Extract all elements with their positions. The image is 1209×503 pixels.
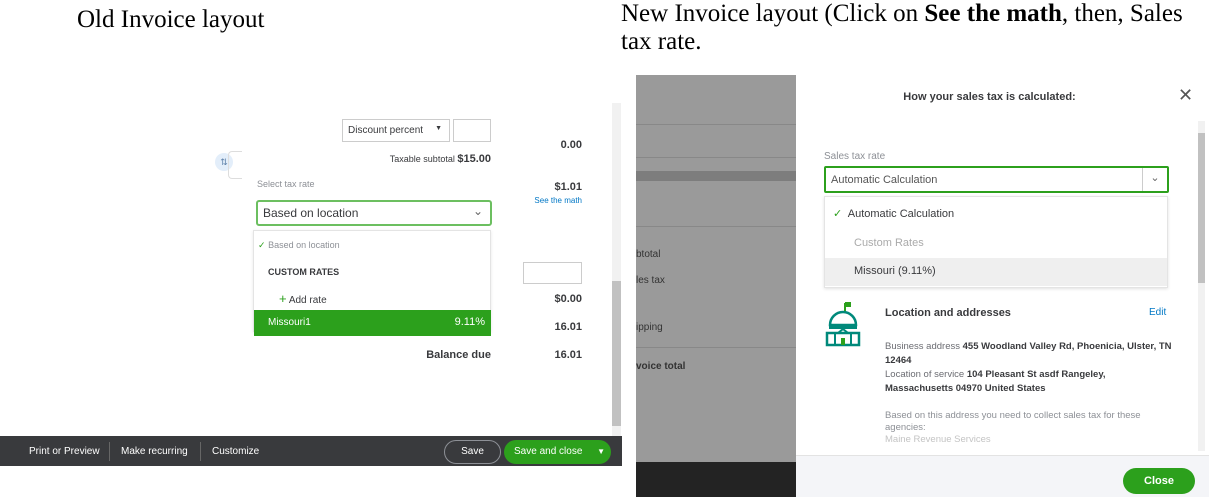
make-recurring-link[interactable]: Make recurring <box>121 446 188 457</box>
chevron-down-icon: ⌄ <box>472 204 483 218</box>
shipping-input[interactable] <box>523 262 582 284</box>
discount-select-value: Discount percent <box>348 125 424 136</box>
tax-amount: $1.01 <box>554 181 582 193</box>
add-rate-label: Add rate <box>288 295 327 306</box>
check-icon: ✓ <box>833 208 843 220</box>
bg-label: ipping <box>636 322 663 333</box>
rate-name: Missouri1 <box>268 317 311 328</box>
custom-rates-header: Custom Rates <box>854 237 924 249</box>
caret-down-icon: ▼ <box>435 125 442 132</box>
edit-link[interactable]: Edit <box>1149 307 1166 318</box>
customize-link[interactable]: Customize <box>212 446 259 457</box>
balance-due-amount: 16.01 <box>554 349 582 361</box>
sales-tax-panel: How your sales tax is calculated: ✕ Sale… <box>796 75 1209 497</box>
print-preview-link[interactable]: Print or Preview <box>29 446 100 457</box>
footer-bar: Print or Preview Make recurring Customiz… <box>0 436 622 466</box>
discount-input[interactable] <box>453 119 491 142</box>
old-invoice-screenshot: Discount percent ▼ 0.00 Taxable subtotal … <box>0 103 622 466</box>
bg-label: btotal <box>636 249 661 260</box>
chevron-down-icon: ⌄ <box>1142 168 1167 191</box>
service-location-label: Location of service <box>885 369 965 380</box>
agency-name: Maine Revenue Services <box>885 434 991 445</box>
panel-footer: Close <box>796 455 1209 497</box>
agencies-text: Based on this address you need to collec… <box>885 410 1141 433</box>
sales-tax-rate-select[interactable]: Automatic Calculation ⌄ <box>824 166 1169 193</box>
balance-due-label: Balance due <box>426 349 491 361</box>
check-icon: ✓ <box>258 240 266 250</box>
taxable-value: $15.00 <box>457 153 491 165</box>
add-rate-item[interactable]: + Add rate <box>279 291 327 306</box>
caret-down-icon[interactable]: ▼ <box>597 440 605 464</box>
option-missouri[interactable]: Missouri (9.11%) <box>825 258 1167 286</box>
tax-rate-menu: ✓ Based on location CUSTOM RATES + Add r… <box>253 230 491 336</box>
capitol-building-icon <box>825 302 861 347</box>
scrollbar[interactable] <box>1198 121 1205 451</box>
tax-rate-label: Select tax rate <box>257 179 315 189</box>
address-block: Business address 455 Woodland Valley Rd,… <box>885 340 1175 446</box>
old-layout-caption: Old Invoice layout <box>77 6 265 33</box>
caption-bold: See the math <box>924 0 1062 27</box>
business-address-label: Business address <box>885 341 960 352</box>
total-amount: 16.01 <box>554 321 582 333</box>
option-label: Automatic Calculation <box>847 208 955 220</box>
menu-item-missouri1[interactable]: Missouri1 9.11% <box>254 310 491 336</box>
option-automatic[interactable]: ✓ Automatic Calculation <box>833 207 954 220</box>
discount-amount: 0.00 <box>560 139 582 151</box>
select-value: Automatic Calculation <box>831 174 938 186</box>
custom-rates-header: CUSTOM RATES <box>268 267 340 277</box>
tax-rate-select-value: Based on location <box>263 206 359 220</box>
taxable-subtotal: Taxable subtotal $15.00 <box>340 153 491 165</box>
location-title: Location and addresses <box>885 307 1011 319</box>
tax-rate-select[interactable]: Based on location ⌄ <box>256 200 492 226</box>
panel-title: How your sales tax is calculated: <box>903 91 1076 103</box>
rate-value: 9.11% <box>454 316 485 328</box>
taxable-label: Taxable subtotal <box>389 154 455 164</box>
new-invoice-screenshot: btotal les tax ipping voice total How yo… <box>636 75 1209 497</box>
background-overlay: btotal les tax ipping voice total <box>636 75 796 497</box>
close-button[interactable]: Close <box>1123 468 1195 494</box>
menu-item-label: Based on location <box>268 240 340 250</box>
option-label: Missouri (9.11%) <box>854 265 936 277</box>
new-layout-caption: New Invoice layout (Click on See the mat… <box>621 0 1209 56</box>
bg-label: les tax <box>636 275 665 286</box>
see-the-math-link[interactable]: See the math <box>500 196 582 205</box>
save-button[interactable]: Save <box>444 440 501 464</box>
discount-select[interactable]: Discount percent ▼ <box>342 119 450 142</box>
menu-item-based-on-location[interactable]: ✓ Based on location <box>258 240 340 251</box>
shipping-amount: $0.00 <box>554 293 582 305</box>
save-close-label: Save and close <box>514 446 583 457</box>
close-icon[interactable]: ✕ <box>1178 85 1193 106</box>
sales-tax-rate-label: Sales tax rate <box>824 151 886 162</box>
scrollbar[interactable] <box>612 103 621 436</box>
save-and-close-button[interactable]: Save and close ▼ <box>504 440 611 464</box>
plus-icon: + <box>279 291 287 306</box>
bg-label: voice total <box>636 361 686 372</box>
rate-dropdown-menu: ✓ Automatic Calculation Custom Rates Mis… <box>824 196 1168 288</box>
caption-text: New Invoice layout (Click on <box>621 0 925 27</box>
